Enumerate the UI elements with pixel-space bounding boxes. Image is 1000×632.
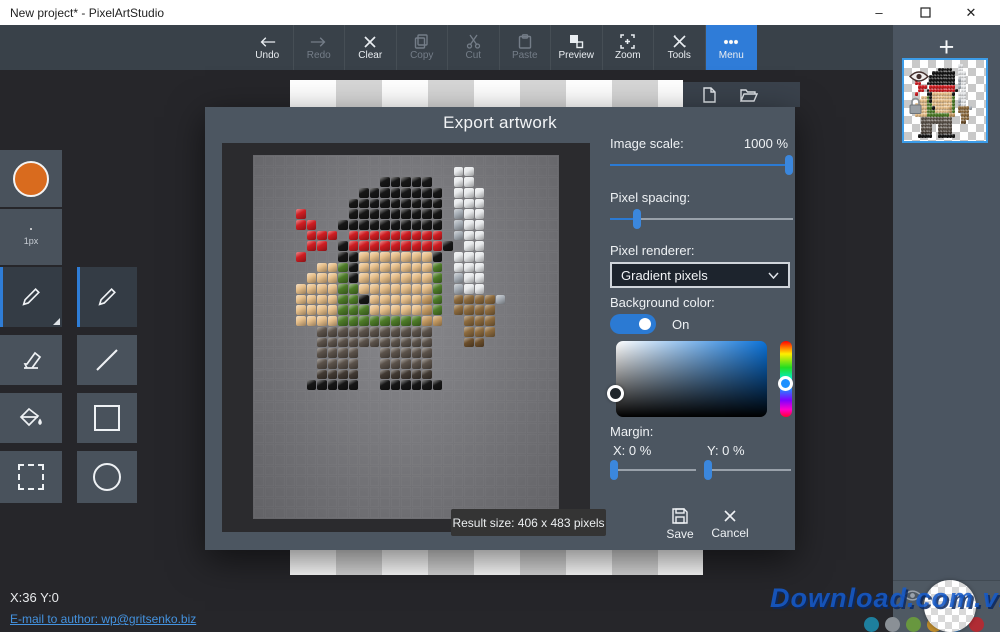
image-scale-value: 1000 % — [744, 136, 788, 151]
menu-button[interactable]: Menu — [706, 25, 758, 70]
save-icon — [672, 508, 688, 524]
pixel-spacing-slider-thumb[interactable] — [633, 209, 641, 229]
background-color-toggle[interactable] — [610, 314, 656, 334]
paste-icon — [518, 34, 532, 49]
selection-icon — [18, 464, 44, 490]
fill-bucket-icon — [19, 407, 43, 429]
pencil-icon — [20, 286, 42, 308]
palette-dot-gray[interactable] — [885, 617, 900, 632]
current-color-swatch — [13, 161, 49, 197]
circle-icon — [93, 463, 121, 491]
preview-icon — [569, 34, 584, 49]
pencil-icon — [96, 286, 118, 308]
redo-button[interactable]: Redo — [294, 25, 346, 70]
tool-eraser[interactable] — [0, 335, 62, 385]
open-folder-icon[interactable] — [740, 88, 758, 102]
palette-dot-teal[interactable] — [864, 617, 879, 632]
flyout-tool-circle[interactable] — [77, 451, 137, 503]
export-preview-image — [253, 155, 559, 519]
pixel-renderer-label: Pixel renderer: — [610, 243, 695, 258]
cut-icon — [466, 34, 481, 49]
margin-label: Margin: — [610, 424, 653, 439]
brush-size-dot — [30, 228, 32, 230]
title-bar: New project* - PixelArtStudio – ✕ — [0, 0, 1000, 25]
new-file-icon[interactable] — [703, 87, 716, 103]
margin-y-slider[interactable] — [704, 460, 791, 480]
layer-visibility-eye-icon[interactable] — [909, 70, 929, 83]
hue-slider-thumb[interactable] — [778, 376, 793, 391]
cut-button[interactable]: Cut — [448, 25, 500, 70]
paste-button[interactable]: Paste — [500, 25, 552, 70]
hue-slider[interactable] — [780, 341, 792, 417]
pixel-spacing-label: Pixel spacing: — [610, 190, 690, 205]
sv-picker-thumb[interactable] — [607, 385, 624, 402]
canvas-top-edge[interactable] — [290, 80, 683, 108]
toggle-state-label: On — [672, 317, 689, 332]
pixel-renderer-dropdown[interactable]: Gradient pixels — [610, 262, 790, 288]
brush-size-label: 1px — [24, 236, 39, 246]
rectangle-icon — [94, 405, 120, 431]
tool-fill[interactable] — [0, 393, 62, 443]
clear-button[interactable]: Clear — [345, 25, 397, 70]
zoom-button[interactable]: Zoom — [603, 25, 655, 70]
undo-button[interactable]: Undo — [242, 25, 294, 70]
toolbar: Undo Redo Clear Copy Cut Paste Preview — [0, 25, 893, 70]
redo-icon — [310, 35, 327, 49]
copy-icon — [414, 34, 429, 49]
image-scale-slider-thumb[interactable] — [785, 155, 793, 175]
clear-icon — [363, 35, 377, 49]
pixel-renderer-value: Gradient pixels — [621, 268, 708, 283]
image-scale-label: Image scale: — [610, 136, 684, 151]
window-title: New project* - PixelArtStudio — [0, 6, 164, 20]
cancel-button[interactable]: Cancel — [707, 505, 753, 543]
canvas-corner-panel — [683, 82, 800, 107]
eraser-icon — [19, 350, 43, 370]
cancel-icon — [723, 509, 737, 523]
tool-select[interactable] — [0, 451, 62, 503]
dialog-title: Export artwork — [205, 113, 795, 133]
export-dialog: Export artwork Result size: 406 x 483 pi… — [205, 107, 795, 550]
flyout-tool-rectangle[interactable] — [77, 393, 137, 443]
image-scale-slider[interactable] — [610, 155, 793, 175]
pixel-spacing-slider[interactable] — [610, 209, 793, 229]
tool-pencil[interactable] — [0, 267, 62, 327]
saturation-value-picker[interactable] — [616, 341, 767, 417]
undo-icon — [259, 35, 276, 49]
maximize-button[interactable] — [914, 2, 936, 24]
zoom-icon — [620, 34, 635, 49]
margin-x-slider[interactable] — [610, 460, 696, 480]
flyout-tool-line[interactable] — [77, 335, 137, 385]
layers-sidebar: + — [893, 25, 1000, 632]
copy-button[interactable]: Copy — [397, 25, 449, 70]
margin-x-value: X: 0 % — [613, 443, 651, 458]
tools-icon — [672, 34, 687, 49]
export-preview-container — [222, 143, 590, 532]
pixel-art-grid — [253, 155, 559, 519]
margin-y-value: Y: 0 % — [707, 443, 745, 458]
line-icon — [94, 347, 120, 373]
margin-y-slider-thumb[interactable] — [704, 460, 712, 480]
background-color-label: Background color: — [610, 295, 715, 310]
tools-button[interactable]: Tools — [654, 25, 706, 70]
cursor-coordinates: X:36 Y:0 — [10, 590, 59, 605]
margin-x-slider-thumb[interactable] — [610, 460, 618, 480]
preview-button[interactable]: Preview — [551, 25, 603, 70]
chevron-down-icon — [768, 272, 779, 279]
author-email-link[interactable]: E-mail to author: wp@gritsenko.biz — [10, 612, 196, 626]
result-size-badge: Result size: 406 x 483 pixels — [451, 509, 606, 536]
maximize-icon — [920, 7, 931, 18]
color-swatch-button[interactable] — [0, 150, 62, 207]
palette-dot-green[interactable] — [906, 617, 921, 632]
flyout-tool-pencil[interactable] — [77, 267, 137, 327]
close-button[interactable]: ✕ — [960, 2, 982, 24]
brush-size-button[interactable]: 1px — [0, 209, 62, 265]
tool-flyout-marker — [53, 318, 60, 325]
canvas-bottom-edge[interactable] — [290, 548, 703, 575]
layer-lock-icon[interactable] — [907, 97, 924, 115]
save-button[interactable]: Save — [657, 505, 703, 543]
watermark: Download.com.vn — [770, 583, 1000, 614]
menu-icon — [723, 35, 739, 49]
minimize-button[interactable]: – — [868, 2, 890, 24]
